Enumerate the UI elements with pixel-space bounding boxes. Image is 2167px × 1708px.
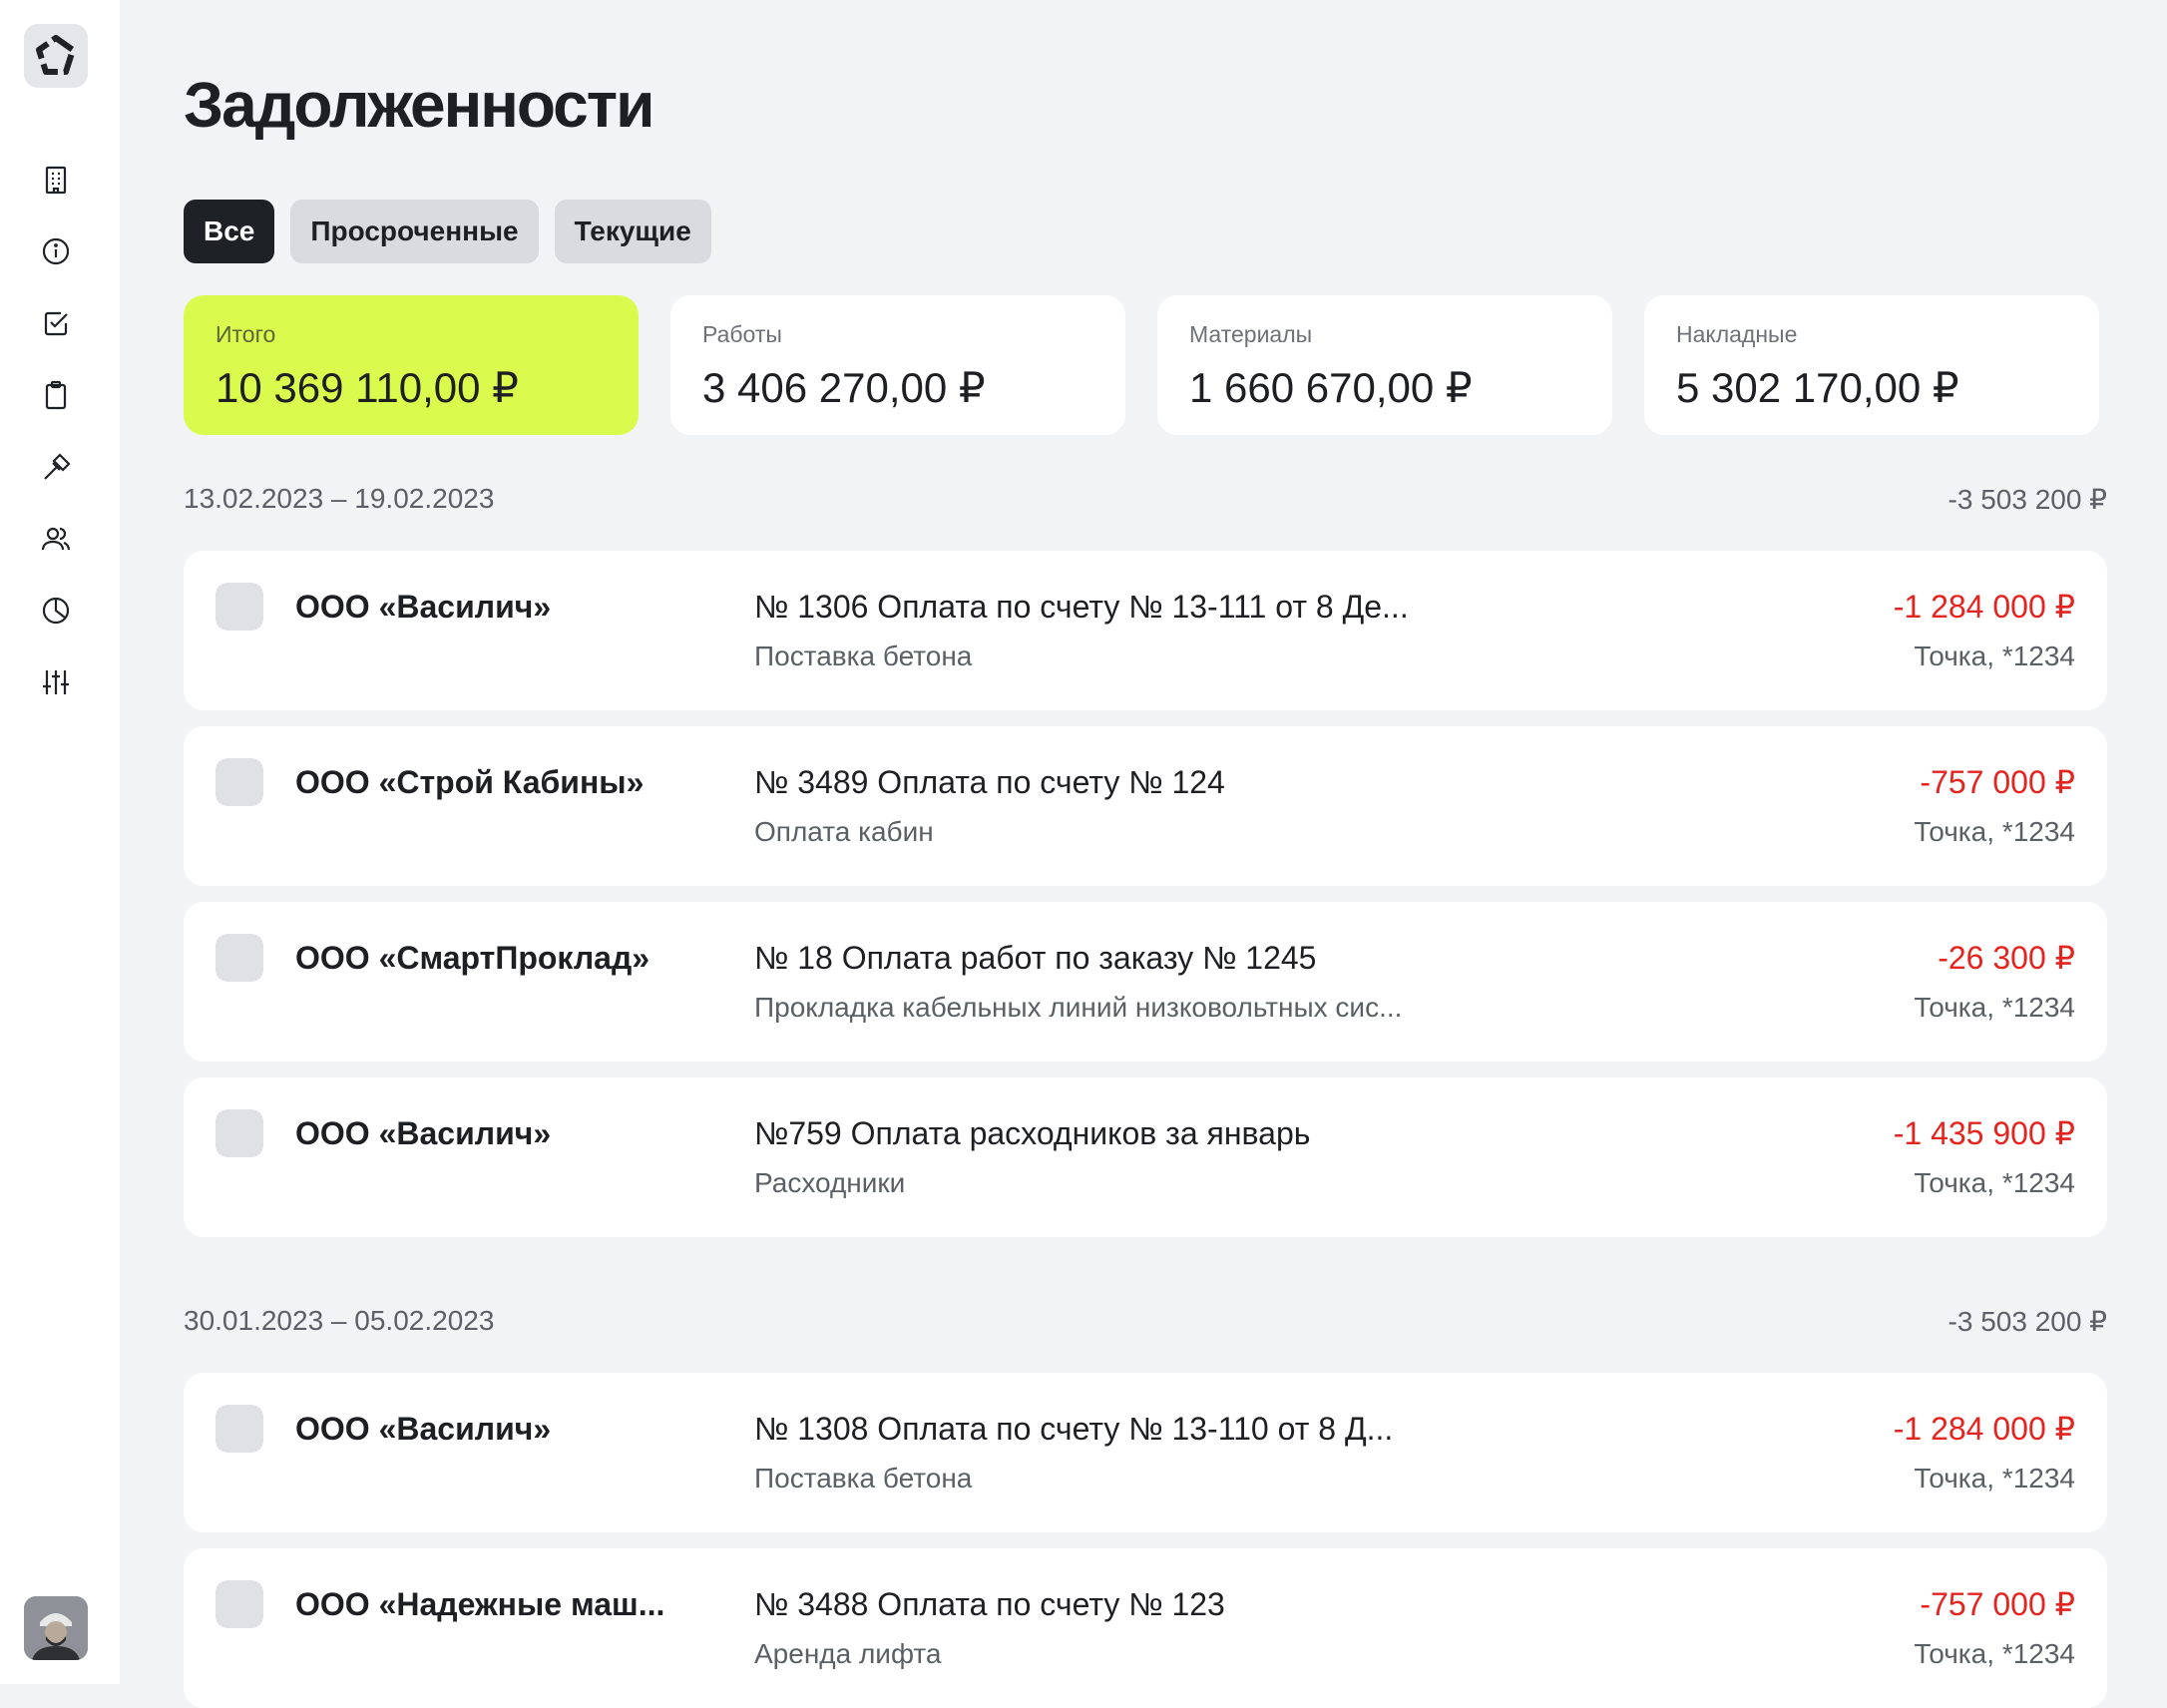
row-description: № 3488 Оплата по счету № 123 (754, 1586, 1225, 1622)
row-subdescription: Расходники (754, 1167, 906, 1198)
group-period: 30.01.2023 – 05.02.2023 (184, 1305, 495, 1336)
row-checkbox[interactable] (216, 758, 263, 806)
row-account: Точка, *1234 (1914, 1463, 2075, 1494)
summary-value: 10 369 110,00 ₽ (216, 364, 519, 411)
row-subdescription: Поставка бетона (754, 640, 973, 671)
row-company: ООО «Василич» (295, 1411, 552, 1447)
summary-label: Итого (216, 321, 276, 347)
row-account: Точка, *1234 (1914, 816, 2075, 847)
tab-current[interactable]: Текущие (554, 200, 711, 263)
nav-checkbox-icon[interactable] (38, 305, 74, 341)
debt-row[interactable]: ООО «Василич» №759 Оплата расходников за… (184, 1077, 2107, 1237)
row-checkbox[interactable] (216, 583, 263, 631)
avatar-image (24, 1596, 88, 1660)
nav-clipboard-icon[interactable] (38, 377, 74, 413)
user-avatar[interactable] (24, 1596, 88, 1660)
row-account: Точка, *1234 (1914, 1638, 2075, 1669)
page-title: Задолженности (184, 69, 654, 141)
debt-row[interactable]: ООО «Строй Кабины» № 3489 Оплата по счет… (184, 726, 2107, 886)
debt-row[interactable]: ООО «Василич» № 1308 Оплата по счету № 1… (184, 1373, 2107, 1532)
debt-row[interactable]: ООО «СмартПроклад» № 18 Оплата работ по … (184, 902, 2107, 1062)
nav-building-icon[interactable] (38, 162, 74, 198)
row-subdescription: Оплата кабин (754, 816, 934, 847)
group-total: -3 503 200 ₽ (1948, 483, 2107, 515)
row-description: № 1308 Оплата по счету № 13-110 от 8 Д..… (754, 1411, 1394, 1447)
summary-card-overhead: Накладные 5 302 170,00 ₽ (1644, 295, 2099, 435)
debt-row[interactable]: ООО «Надежные маш... № 3488 Оплата по сч… (184, 1548, 2107, 1708)
row-description: № 3489 Оплата по счету № 124 (754, 764, 1225, 800)
summary-value: 1 660 670,00 ₽ (1189, 364, 1473, 411)
row-amount: -757 000 ₽ (1920, 764, 2075, 800)
group-total: -3 503 200 ₽ (1948, 1305, 2107, 1337)
nav-hammer-icon[interactable] (38, 449, 74, 485)
row-description: №759 Оплата расходников за январь (754, 1115, 1311, 1151)
row-amount: -1 284 000 ₽ (1893, 1411, 2075, 1447)
row-company: ООО «СмартПроклад» (295, 940, 650, 976)
sidebar (0, 0, 120, 1684)
summary-card-total: Итого 10 369 110,00 ₽ (184, 295, 639, 435)
row-amount: -1 435 900 ₽ (1893, 1115, 2075, 1151)
row-description: № 1306 Оплата по счету № 13-111 от 8 Де.… (754, 589, 1409, 625)
summary-value: 3 406 270,00 ₽ (702, 364, 986, 411)
row-company: ООО «Надежные маш... (295, 1586, 665, 1622)
summary-card-materials: Материалы 1 660 670,00 ₽ (1157, 295, 1612, 435)
nav-pie-chart-icon[interactable] (38, 593, 74, 629)
nav-info-icon[interactable] (38, 233, 74, 269)
group-period: 13.02.2023 – 19.02.2023 (184, 483, 495, 514)
row-account: Точка, *1234 (1914, 992, 2075, 1023)
row-checkbox[interactable] (216, 1405, 263, 1453)
summary-label: Материалы (1189, 321, 1313, 347)
summary-label: Работы (702, 321, 782, 347)
row-subdescription: Аренда лифта (754, 1638, 942, 1669)
row-checkbox[interactable] (216, 1580, 263, 1628)
row-amount: -26 300 ₽ (1938, 940, 2075, 976)
row-account: Точка, *1234 (1914, 640, 2075, 671)
nav-sliders-icon[interactable] (38, 664, 74, 700)
group-header: 30.01.2023 – 05.02.2023 -3 503 200 ₽ (184, 1301, 2107, 1341)
app-logo[interactable] (24, 24, 88, 88)
debt-row[interactable]: ООО «Василич» № 1306 Оплата по счету № 1… (184, 551, 2107, 710)
filter-tabs: Все Просроченные Текущие (184, 200, 711, 263)
row-subdescription: Поставка бетона (754, 1463, 973, 1494)
nav-users-icon[interactable] (38, 521, 74, 557)
summary-card-works: Работы 3 406 270,00 ₽ (670, 295, 1125, 435)
row-checkbox[interactable] (216, 934, 263, 982)
row-company: ООО «Строй Кабины» (295, 764, 645, 800)
row-checkbox[interactable] (216, 1109, 263, 1157)
tab-overdue[interactable]: Просроченные (290, 200, 539, 263)
row-account: Точка, *1234 (1914, 1167, 2075, 1198)
summary-label: Накладные (1676, 321, 1798, 347)
group-header: 13.02.2023 – 19.02.2023 -3 503 200 ₽ (184, 479, 2107, 519)
row-amount: -1 284 000 ₽ (1893, 589, 2075, 625)
tab-all[interactable]: Все (184, 200, 275, 263)
row-company: ООО «Василич» (295, 589, 552, 625)
row-description: № 18 Оплата работ по заказу № 1245 (754, 940, 1317, 976)
summary-cards: Итого 10 369 110,00 ₽ Работы 3 406 270,0… (184, 295, 2099, 435)
row-amount: -757 000 ₽ (1920, 1586, 2075, 1622)
row-subdescription: Прокладка кабельных линий низковольтных … (754, 992, 1403, 1023)
row-company: ООО «Василич» (295, 1115, 552, 1151)
summary-value: 5 302 170,00 ₽ (1676, 364, 1959, 411)
logo-icon (36, 35, 76, 75)
